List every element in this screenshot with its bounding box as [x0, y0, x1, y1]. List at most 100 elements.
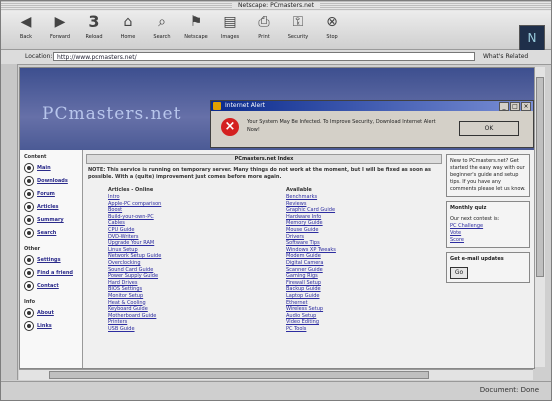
location-label: Location:	[25, 53, 53, 60]
article-link[interactable]: Benchmarks	[286, 194, 442, 201]
article-link[interactable]: CPU Guide	[108, 227, 264, 234]
article-link[interactable]: Reviews	[286, 201, 442, 208]
article-link[interactable]: Scanner Guide	[286, 267, 442, 274]
bullet-icon	[24, 163, 34, 173]
quiz-link[interactable]: PC Challenge	[450, 223, 526, 230]
article-link[interactable]: Power Supply Guide	[108, 273, 264, 280]
article-link[interactable]: Video Editing	[286, 319, 442, 326]
navigation-toolbar: ◀ Back ▶ Forward 3 Reload ⌂ Home ⌕ Search ⚑ Ne…	[1, 11, 551, 51]
status-bar: Document: Done	[1, 381, 551, 400]
link-column-2: Available Benchmarks Reviews Graphic Card …	[264, 187, 442, 332]
article-link[interactable]: Linux Setup	[108, 247, 264, 254]
article-link[interactable]: Network Setup Guide	[108, 253, 264, 260]
article-link[interactable]: Ethernet	[286, 300, 442, 307]
article-link[interactable]: Modem Guide	[286, 253, 442, 260]
bullet-icon	[24, 189, 34, 199]
nav-item[interactable]: Search	[24, 228, 82, 238]
whats-related-button[interactable]: What's Related	[483, 53, 528, 60]
maximize-icon[interactable]: □	[510, 102, 520, 111]
minimize-icon[interactable]: _	[499, 102, 509, 111]
article-link[interactable]: Backup Guide	[286, 286, 442, 293]
article-link[interactable]: Build-your-own-PC	[108, 214, 264, 221]
close-icon[interactable]: ×	[521, 102, 531, 111]
article-link[interactable]: Laptop Guide	[286, 293, 442, 300]
article-link[interactable]: Monitor Setup	[108, 293, 264, 300]
nav-item[interactable]: Find a friend	[24, 268, 82, 278]
article-link[interactable]: PC Tools	[286, 326, 442, 333]
home-button[interactable]: ⌂ Home	[113, 13, 143, 45]
article-link[interactable]: Motherboard Guide	[108, 313, 264, 320]
article-link[interactable]: Firewall Setup	[286, 280, 442, 287]
article-link[interactable]: Software Tips	[286, 240, 442, 247]
url-input[interactable]: http://www.pcmasters.net/	[53, 52, 475, 61]
search-button[interactable]: ⌕ Search	[147, 13, 177, 45]
article-link[interactable]: Hardware Info	[286, 214, 442, 221]
alert-dialog[interactable]: Internet Alert _ □ × × Your System May Be …	[210, 100, 534, 148]
article-link[interactable]: USB Guide	[108, 326, 264, 333]
netscape-button[interactable]: ⚑ Netscape	[181, 13, 211, 45]
article-link[interactable]: Memory Guide	[286, 220, 442, 227]
netscape-logo-icon[interactable]: N	[519, 25, 545, 51]
nav-item[interactable]: Links	[24, 321, 82, 331]
article-link[interactable]: Mouse Guide	[286, 227, 442, 234]
bullet-icon	[24, 228, 34, 238]
browser-window: Netscape: PCmasters.net ◀ Back ▶ Forward 3…	[0, 0, 552, 401]
article-link[interactable]: Windows XP Tweaks	[286, 247, 442, 254]
article-link[interactable]: Apple-PC comparison	[108, 201, 264, 208]
horizontal-scrollbar[interactable]	[19, 369, 533, 380]
article-link[interactable]: DVD-Writers	[108, 234, 264, 241]
nav-item[interactable]: Forum	[24, 189, 82, 199]
forward-button[interactable]: ▶ Forward	[45, 13, 75, 45]
reload-icon: 3	[88, 12, 100, 31]
scroll-thumb[interactable]	[49, 371, 429, 379]
article-link[interactable]: Digital Camera	[286, 260, 442, 267]
article-link[interactable]: Cables	[108, 220, 264, 227]
article-link[interactable]: Hard Drives	[108, 280, 264, 287]
title-bar[interactable]: Netscape: PCmasters.net	[1, 1, 551, 11]
vertical-scrollbar[interactable]	[534, 67, 545, 367]
info-text: New to PCmasters.net? Get started the ea…	[450, 158, 526, 192]
home-icon: ⌂	[123, 14, 133, 30]
nav-item[interactable]: Articles	[24, 202, 82, 212]
images-button[interactable]: ▤ Images	[215, 13, 245, 45]
article-link[interactable]: Drivers	[286, 234, 442, 241]
site-banner: PCmasters.net Internet Alert _ □ × × Your …	[20, 68, 534, 150]
quiz-link[interactable]: Score	[450, 237, 526, 244]
article-link[interactable]: BIOS Settings	[108, 286, 264, 293]
ok-button[interactable]: OK	[459, 121, 519, 136]
column-heading: Available	[286, 187, 312, 193]
nav-item[interactable]: Settings	[24, 255, 82, 265]
quiz-text: Our next contest is:	[450, 216, 500, 222]
sidebar-tab-strip[interactable]	[1, 64, 18, 380]
nav-item[interactable]: About	[24, 308, 82, 318]
bullet-icon	[24, 268, 34, 278]
notice-text: NOTE: This service is running on tempora…	[88, 167, 432, 180]
bullet-icon	[24, 215, 34, 225]
article-link[interactable]: Gaming Rigs	[286, 273, 442, 280]
article-link[interactable]: Keyboard Guide	[108, 306, 264, 313]
back-button[interactable]: ◀ Back	[11, 13, 41, 45]
article-link[interactable]: Upgrade Your RAM	[108, 240, 264, 247]
article-link[interactable]: Audio Setup	[286, 313, 442, 320]
article-link[interactable]: Sound Card Guide	[108, 267, 264, 274]
nav-item[interactable]: Main	[24, 163, 82, 173]
article-link[interactable]: Graphic Card Guide	[286, 207, 442, 214]
nav-item[interactable]: Contact	[24, 281, 82, 291]
nav-item[interactable]: Summary	[24, 215, 82, 225]
site-logo[interactable]: PCmasters.net	[42, 104, 181, 124]
article-link[interactable]: Printers	[108, 319, 264, 326]
article-link[interactable]: Boost	[108, 207, 264, 214]
reload-button[interactable]: 3 Reload	[79, 13, 109, 45]
print-button[interactable]: ⎙ Print	[249, 13, 279, 45]
security-button[interactable]: ⚿ Security	[283, 13, 313, 45]
stop-button[interactable]: ⊗ Stop	[317, 13, 347, 45]
quiz-link[interactable]: Vote	[450, 230, 526, 237]
article-link[interactable]: Heat & Cooling	[108, 300, 264, 307]
scroll-thumb[interactable]	[536, 77, 544, 277]
article-link[interactable]: Intro	[108, 194, 264, 201]
nav-item[interactable]: Downloads	[24, 176, 82, 186]
bullet-icon	[24, 281, 34, 291]
article-link[interactable]: Overclocking	[108, 260, 264, 267]
go-button[interactable]: Go	[450, 267, 468, 279]
article-link[interactable]: Wireless Setup	[286, 306, 442, 313]
